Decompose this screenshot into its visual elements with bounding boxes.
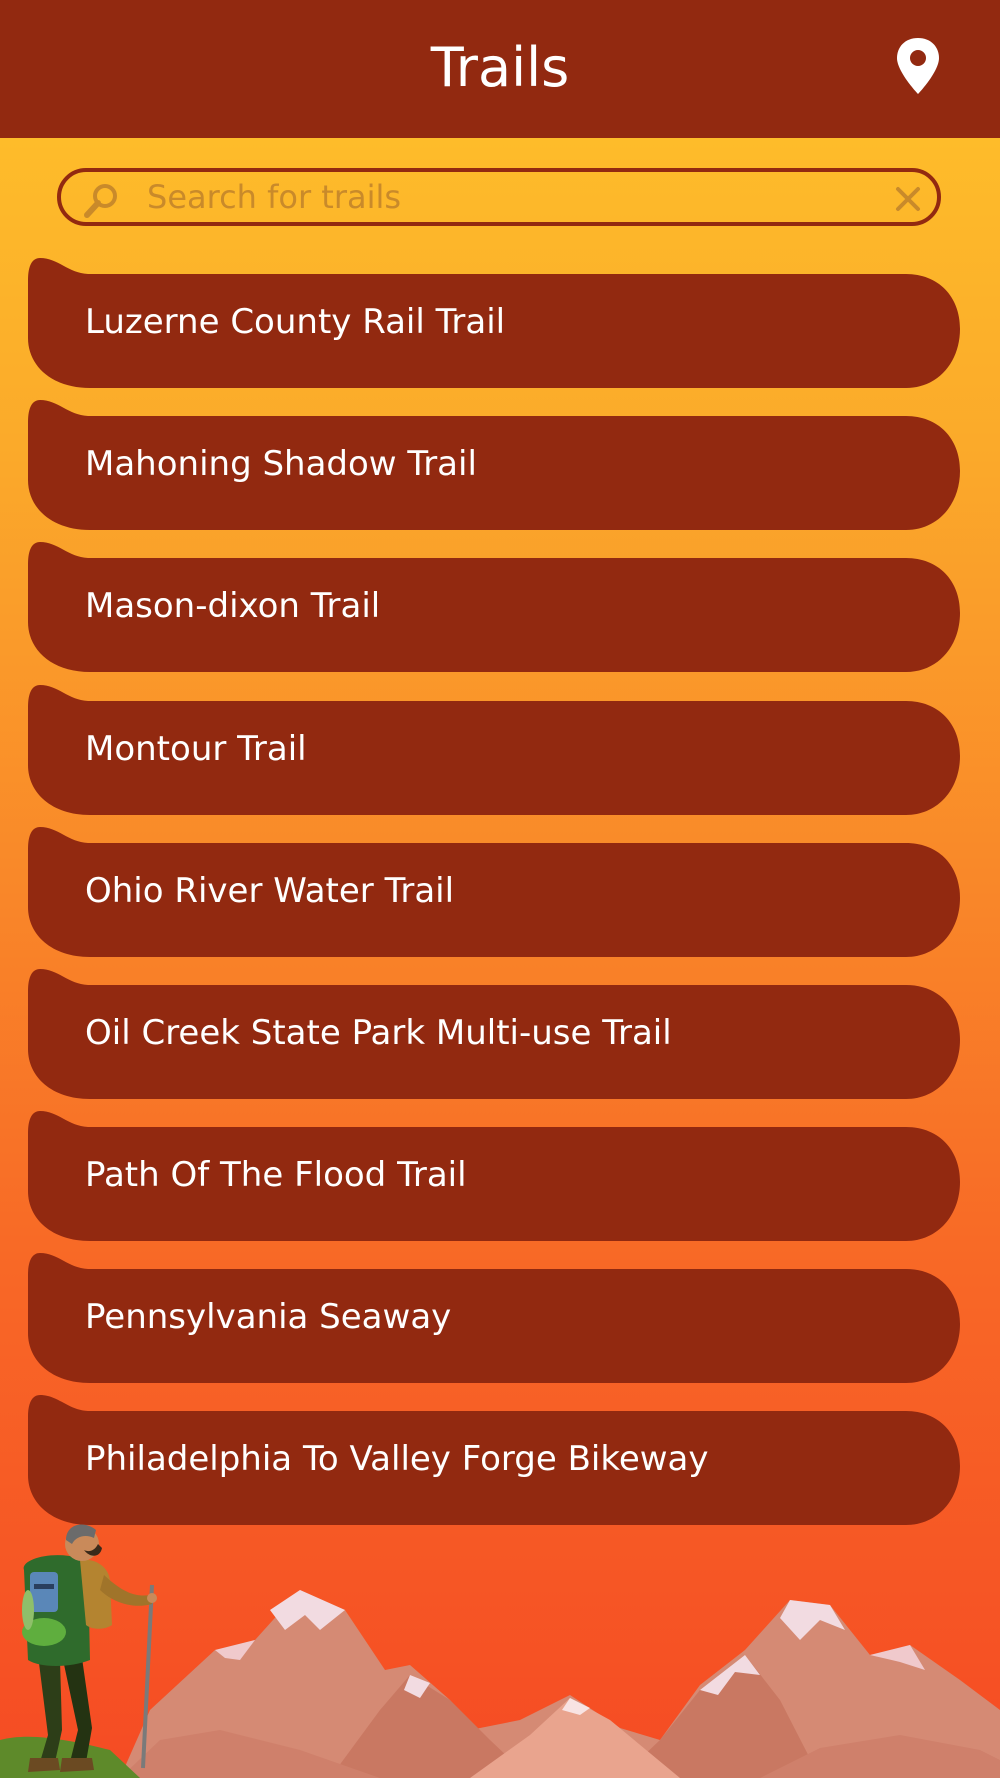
page-title: Trails (430, 36, 570, 99)
trail-label: Ohio River Water Trail (85, 871, 455, 911)
trail-list-item[interactable]: Pennsylvania Seaway (28, 1253, 960, 1385)
trail-list-item[interactable]: Mahoning Shadow Trail (28, 400, 960, 532)
trail-label: Montour Trail (85, 729, 307, 769)
mountain-range (120, 1590, 1000, 1778)
mountains-hiker-illustration (0, 1524, 1000, 1778)
location-button[interactable] (893, 36, 943, 96)
search-bar (57, 168, 941, 226)
trail-list-item[interactable]: Path Of The Flood Trail (28, 1111, 960, 1243)
trail-label: Luzerne County Rail Trail (85, 302, 506, 342)
search-icon (84, 184, 117, 218)
trail-label: Mason-dixon Trail (85, 586, 381, 626)
hiker-icon (22, 1524, 157, 1772)
trail-label: Philadelphia To Valley Forge Bikeway (85, 1439, 709, 1479)
close-icon[interactable] (893, 184, 923, 214)
trail-label: Oil Creek State Park Multi-use Trail (85, 1013, 672, 1053)
trail-list-item[interactable]: Oil Creek State Park Multi-use Trail (28, 969, 960, 1101)
grass (0, 1736, 140, 1778)
trail-label: Path Of The Flood Trail (85, 1155, 467, 1195)
trail-list-item[interactable]: Luzerne County Rail Trail (28, 258, 960, 390)
trail-list-item[interactable]: Mason-dixon Trail (28, 542, 960, 674)
app-header: Trails (0, 0, 1000, 138)
search-input[interactable] (147, 176, 847, 218)
trail-list-item[interactable]: Montour Trail (28, 685, 960, 817)
trail-label: Mahoning Shadow Trail (85, 444, 477, 484)
trail-label: Pennsylvania Seaway (85, 1297, 452, 1337)
map-pin-icon (897, 38, 939, 94)
trail-list-item[interactable]: Ohio River Water Trail (28, 827, 960, 959)
